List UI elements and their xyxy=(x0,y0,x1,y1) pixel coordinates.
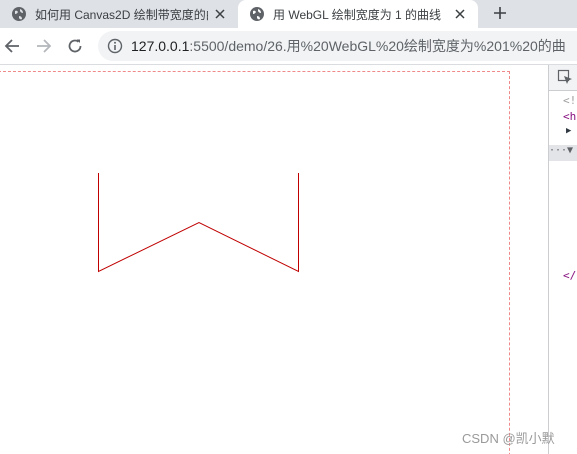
close-tab-icon[interactable] xyxy=(452,6,468,22)
devtools-toolbar xyxy=(549,65,577,91)
browser-toolbar: 127.0.0.1:5500/demo/26.用%20WebGL%20绘制宽度为… xyxy=(0,28,577,65)
reload-button[interactable] xyxy=(63,34,87,58)
globe-icon xyxy=(250,7,264,21)
new-tab-button[interactable] xyxy=(489,2,511,24)
webgl-curve xyxy=(98,173,299,273)
page-viewport xyxy=(0,65,548,454)
url-text: 127.0.0.1:5500/demo/26.用%20WebGL%20绘制宽度为… xyxy=(131,36,566,56)
dom-node-html[interactable]: <h xyxy=(549,110,577,126)
tab-canvas2d[interactable]: 如何用 Canvas2D 绘制带宽度的曲 xyxy=(0,0,238,28)
info-icon[interactable] xyxy=(107,38,123,54)
forward-button[interactable] xyxy=(32,34,56,58)
address-bar[interactable]: 127.0.0.1:5500/demo/26.用%20WebGL%20绘制宽度为… xyxy=(98,31,577,61)
dom-node-doctype[interactable]: <! xyxy=(549,94,577,110)
url-host: 127.0.0.1 xyxy=(131,38,190,54)
dom-node-tick xyxy=(549,251,577,267)
tab-strip: 如何用 Canvas2D 绘制带宽度的曲 用 WebGL 绘制宽度为 1 的曲线 xyxy=(0,0,577,28)
inspect-element-icon[interactable] xyxy=(557,69,573,85)
url-path: :5500/demo/26.用%20WebGL%20绘制宽度为%201%20的曲 xyxy=(189,38,566,54)
devtools-panel: <! <h ▶ ···▼ </ xyxy=(548,65,577,454)
globe-icon xyxy=(12,7,26,21)
reload-icon xyxy=(68,39,82,53)
back-button[interactable] xyxy=(0,34,24,58)
dom-node-html-close[interactable]: </ xyxy=(549,269,577,285)
curve-polyline xyxy=(98,173,299,273)
dom-node-body-selected[interactable]: ···▼ xyxy=(549,145,577,161)
close-tab-icon[interactable] xyxy=(212,6,228,22)
watermark: CSDN @凯小默 xyxy=(462,431,555,446)
browser-window: 如何用 Canvas2D 绘制带宽度的曲 用 WebGL 绘制宽度为 1 的曲线 xyxy=(0,0,577,454)
tab-title: 如何用 Canvas2D 绘制带宽度的曲 xyxy=(35,7,208,22)
arrow-left-icon xyxy=(4,39,19,53)
tab-title: 用 WebGL 绘制宽度为 1 的曲线 xyxy=(273,7,442,22)
dom-node-head-toggle[interactable]: ▶ xyxy=(549,126,577,142)
arrow-right-icon xyxy=(37,39,52,53)
plus-icon xyxy=(494,7,506,19)
tab-webgl[interactable]: 用 WebGL 绘制宽度为 1 的曲线 xyxy=(238,0,478,28)
